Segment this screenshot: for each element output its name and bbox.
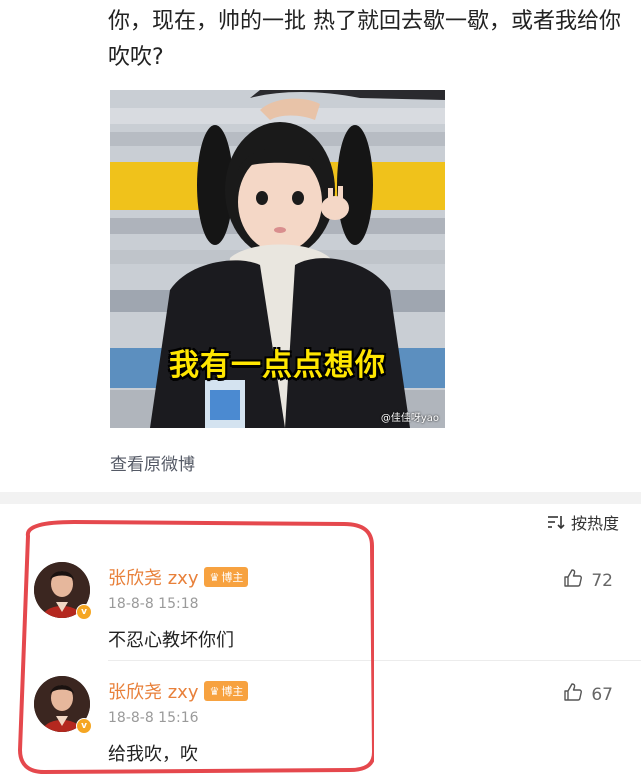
comment-username[interactable]: 张欣尧 zxy ♛ 博主	[108, 564, 249, 590]
thumbs-up-icon	[563, 568, 583, 593]
crown-icon: ♛	[209, 570, 220, 584]
meme-image[interactable]: 我有一点点想你 @佳佳呀yao	[110, 90, 445, 428]
badge-label: 博主	[221, 571, 244, 584]
like-button[interactable]: 67	[563, 682, 613, 707]
crown-icon: ♛	[209, 684, 220, 698]
section-divider	[0, 492, 641, 504]
author-badge: ♛ 博主	[204, 567, 249, 587]
meme-caption: 我有一点点想你	[169, 348, 386, 383]
like-button[interactable]: 72	[563, 568, 613, 593]
comment-divider	[108, 660, 641, 661]
username-text: 张欣尧 zxy	[108, 568, 199, 589]
comment-username[interactable]: 张欣尧 zxy ♛ 博主	[108, 678, 249, 704]
comment-timestamp: 18-8-8 15:18	[108, 596, 199, 612]
comment-item: v 张欣尧 zxy ♛ 博主 18-8-8 15:18 不忍心教坏你们 72	[0, 548, 641, 664]
comment-timestamp: 18-8-8 15:16	[108, 710, 199, 726]
like-count: 72	[591, 570, 613, 591]
comment-item: v 张欣尧 zxy ♛ 博主 18-8-8 15:16 给我吹，吹 67	[0, 662, 641, 778]
verified-icon: v	[76, 718, 92, 734]
username-text: 张欣尧 zxy	[108, 682, 199, 703]
verified-icon: v	[76, 604, 92, 620]
comment-text: 不忍心教坏你们	[108, 630, 234, 651]
post-text: 你，现在，帅的一批 热了就回去歇一歇，或者我给你吹吹?	[108, 9, 621, 70]
like-count: 67	[591, 684, 613, 705]
sort-icon	[547, 514, 565, 530]
author-badge: ♛ 博主	[204, 681, 249, 701]
thumbs-up-icon	[563, 682, 583, 707]
badge-label: 博主	[221, 685, 244, 698]
sort-label: 按热度	[570, 514, 619, 533]
view-original-link[interactable]: 查看原微博	[110, 450, 195, 475]
meme-watermark: @佳佳呀yao	[380, 413, 439, 424]
comment-text: 给我吹，吹	[108, 744, 198, 765]
sort-by-hot-button[interactable]: 按热度	[547, 510, 619, 534]
